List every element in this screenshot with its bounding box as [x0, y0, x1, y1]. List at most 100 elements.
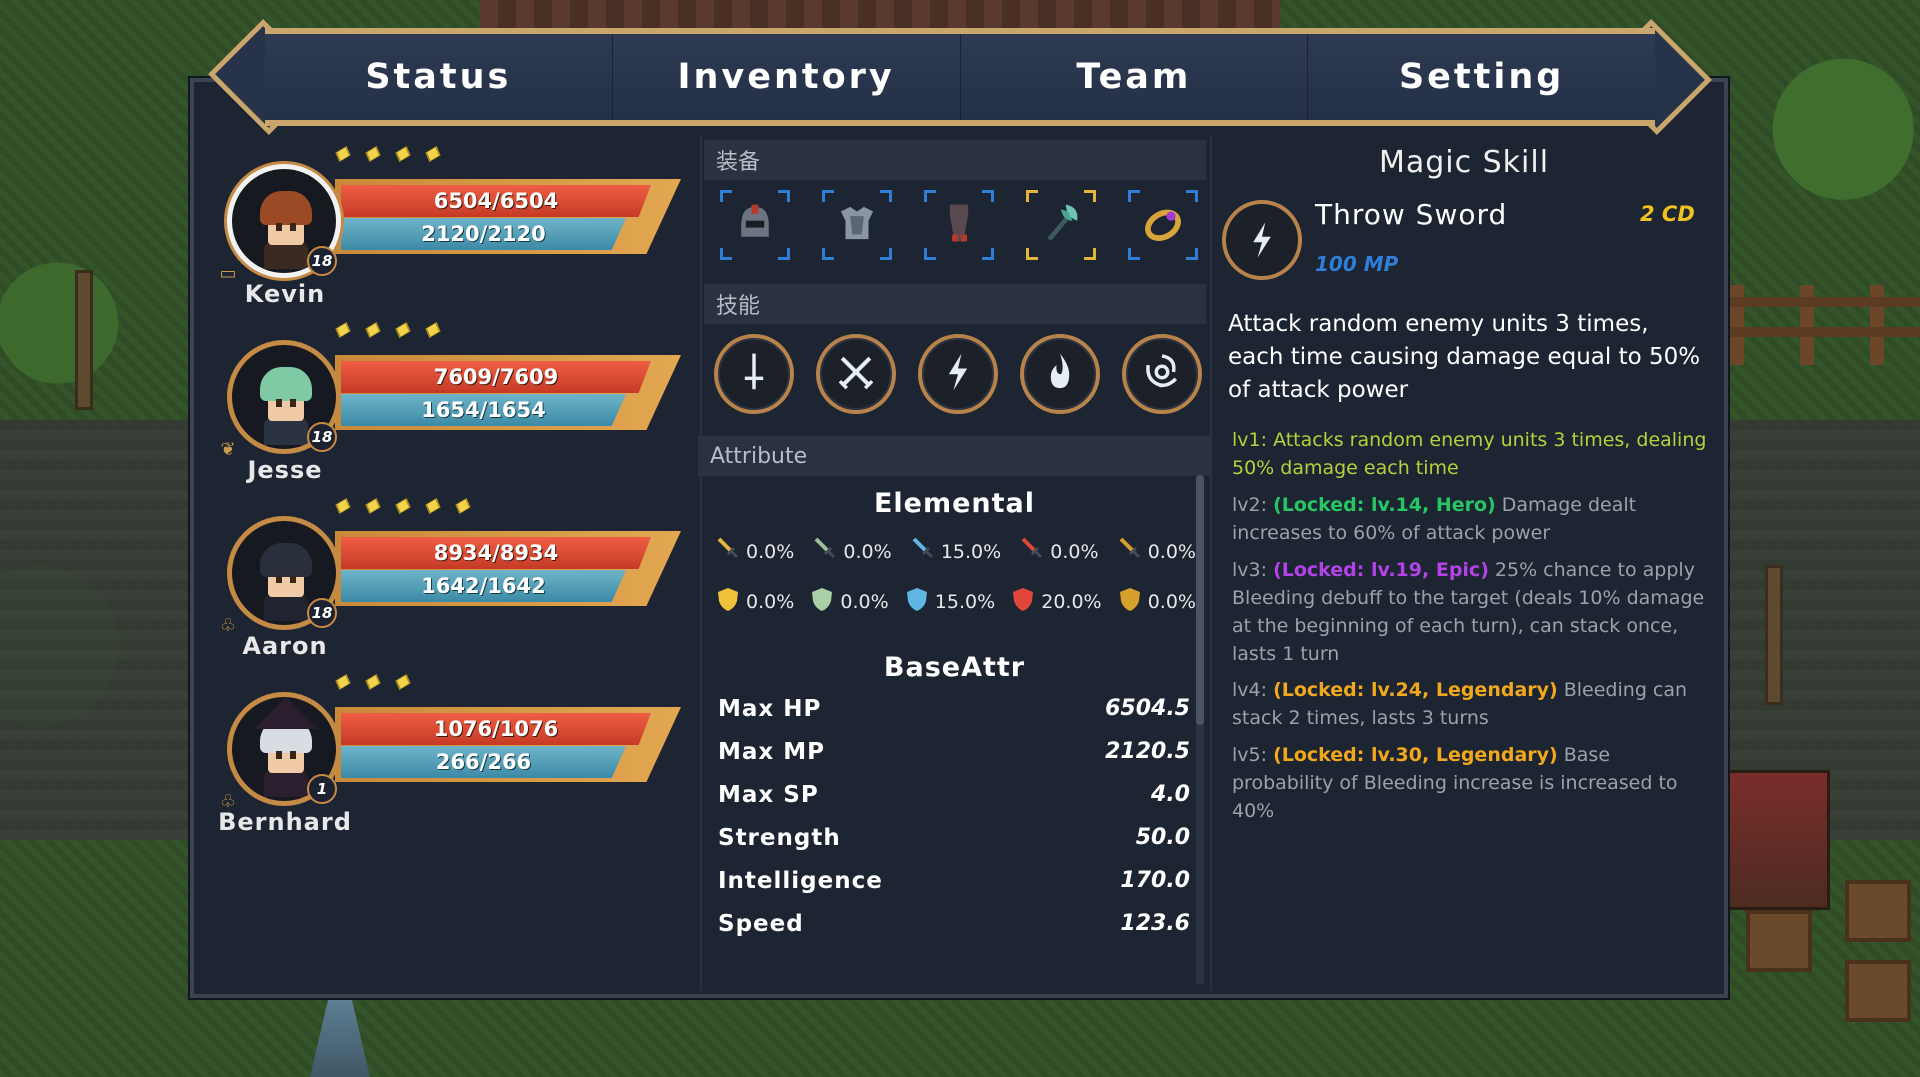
character-portrait	[260, 191, 312, 269]
base-attr-title: BaseAttr	[883, 652, 1026, 683]
level-lock-requirement: (Locked: lv.24, Legendary)	[1273, 679, 1558, 701]
level-effect: Attacks random enemy units 3 times, deal…	[1232, 429, 1707, 479]
wizard-hat	[254, 697, 318, 729]
level-badge: 1	[307, 774, 337, 804]
character-card[interactable]: 6504/6504 2120/2120 18 ▭ Kevin	[215, 146, 685, 326]
slot-corner	[778, 248, 790, 260]
attr-value: 4.0	[1151, 782, 1190, 807]
elemental-value: 0.0%	[1147, 540, 1196, 563]
slot-corner	[880, 190, 892, 202]
elemental-title: Elemental	[873, 488, 1036, 519]
wooden-crate	[1845, 960, 1911, 1022]
equip-slot-helmet[interactable]	[720, 190, 790, 260]
vortex-skill-button[interactable]	[1122, 334, 1202, 414]
attr-name: Strength	[718, 825, 841, 851]
menu-tab-bar: Status Inventory Team Setting	[205, 19, 1715, 135]
level-lock-requirement: (Locked: lv.14, Hero)	[1273, 494, 1496, 516]
fire-skill-button[interactable]	[1020, 334, 1100, 414]
vortex-icon	[1139, 349, 1185, 399]
level-prefix: lv1:	[1232, 429, 1274, 451]
slot-corner	[880, 248, 892, 260]
shield-icon	[905, 586, 929, 617]
character-card[interactable]: 7609/7609 1654/1654 18 ❦ Jesse	[215, 322, 685, 502]
tab-inventory[interactable]: Inventory	[613, 34, 961, 120]
armor-icon	[834, 200, 880, 250]
attr-value: 6504.5	[1105, 696, 1190, 721]
character-card[interactable]: 8934/8934 1642/1642 18 ♧ Aaron	[215, 498, 685, 678]
mp-bar: 1642/1642	[341, 570, 626, 602]
base-attr-row: Intelligence 170.0	[718, 868, 1190, 894]
base-attr-row: Speed 123.6	[718, 911, 1190, 937]
level-badge: 18	[307, 246, 337, 276]
character-name: Jesse	[247, 456, 323, 484]
sword-icon	[1020, 536, 1044, 567]
attribute-section-header: Attribute	[698, 436, 1210, 476]
character-name: Kevin	[244, 280, 326, 308]
scrollbar-thumb[interactable]	[1196, 475, 1204, 725]
portrait-eye	[276, 575, 282, 583]
level-badge: 18	[307, 598, 337, 628]
sword-icon	[813, 536, 837, 567]
level-prefix: lv3:	[1232, 559, 1274, 581]
portrait-eye	[276, 399, 282, 407]
elemental-value: 0.0%	[746, 540, 795, 563]
slot-corner	[720, 248, 732, 260]
slot-corner	[1026, 190, 1038, 202]
portrait-hair	[260, 543, 312, 577]
skill-level-3: lv3: (Locked: lv.19, Epic) 25% chance to…	[1232, 556, 1714, 668]
elemental-value: 0.0%	[843, 540, 892, 563]
star-rating	[335, 322, 441, 338]
hp-bar: 8934/8934	[341, 537, 651, 569]
portrait-eye	[290, 751, 296, 759]
slot-corner	[1186, 190, 1198, 202]
sword-icon	[731, 349, 777, 399]
lightning-icon	[1222, 200, 1302, 280]
elemental-value: 0.0%	[746, 590, 795, 613]
equip-slot-leggings[interactable]	[924, 190, 994, 260]
elemental-defense-stat: 20.0%	[1011, 586, 1102, 617]
attr-name: Intelligence	[718, 868, 883, 894]
elemental-value: 0.0%	[1147, 590, 1196, 613]
column-divider	[1210, 136, 1212, 991]
elemental-value: 0.0%	[840, 590, 889, 613]
portrait-body	[264, 771, 308, 797]
level-lock-requirement: (Locked: lv.19, Epic)	[1273, 559, 1489, 581]
equip-slot-armor[interactable]	[822, 190, 892, 260]
market-stall	[1720, 770, 1830, 910]
tab-status[interactable]: Status	[265, 34, 613, 120]
lightning-skill-button[interactable]	[918, 334, 998, 414]
slot-corner	[1084, 190, 1096, 202]
crossed-swords-icon	[833, 349, 879, 399]
crossed-swords-skill-button[interactable]	[816, 334, 896, 414]
level-prefix: lv5:	[1232, 744, 1274, 766]
skill-name: Throw Sword	[1315, 198, 1508, 231]
slot-corner	[924, 190, 936, 202]
slot-corner	[1128, 190, 1140, 202]
lightning-icon	[935, 349, 981, 399]
portrait-eye	[290, 399, 296, 407]
sword-skill-button[interactable]	[714, 334, 794, 414]
axe-icon	[1038, 200, 1084, 250]
hp-mp-bars: 7609/7609 1654/1654	[335, 355, 681, 430]
slot-corner	[1084, 248, 1096, 260]
level-lock-requirement: (Locked: lv.30, Legendary)	[1273, 744, 1558, 766]
hp-bar: 6504/6504	[341, 185, 651, 217]
slot-corner	[720, 190, 732, 202]
slot-corner	[1186, 248, 1198, 260]
slot-corner	[822, 248, 834, 260]
sword-icon	[1118, 536, 1142, 567]
hp-bar: 1076/1076	[341, 713, 651, 745]
wooden-crate	[1845, 880, 1911, 942]
attr-name: Max HP	[718, 696, 822, 722]
skill-level-2: lv2: (Locked: lv.14, Hero) Damage dealt …	[1232, 491, 1714, 547]
shield-icon	[810, 586, 834, 617]
elemental-value: 15.0%	[940, 540, 1002, 563]
character-card[interactable]: 1076/1076 266/266 1 ♧ Bernhard	[215, 674, 685, 854]
base-attr-row: Max HP 6504.5	[718, 696, 1190, 722]
tab-setting[interactable]: Setting	[1308, 34, 1655, 120]
hp-mp-bars: 6504/6504 2120/2120	[335, 179, 681, 254]
tab-team[interactable]: Team	[961, 34, 1309, 120]
equip-slot-ring[interactable]	[1128, 190, 1198, 260]
attribute-scrollbar[interactable]	[1196, 475, 1204, 985]
equip-slot-axe[interactable]	[1026, 190, 1096, 260]
